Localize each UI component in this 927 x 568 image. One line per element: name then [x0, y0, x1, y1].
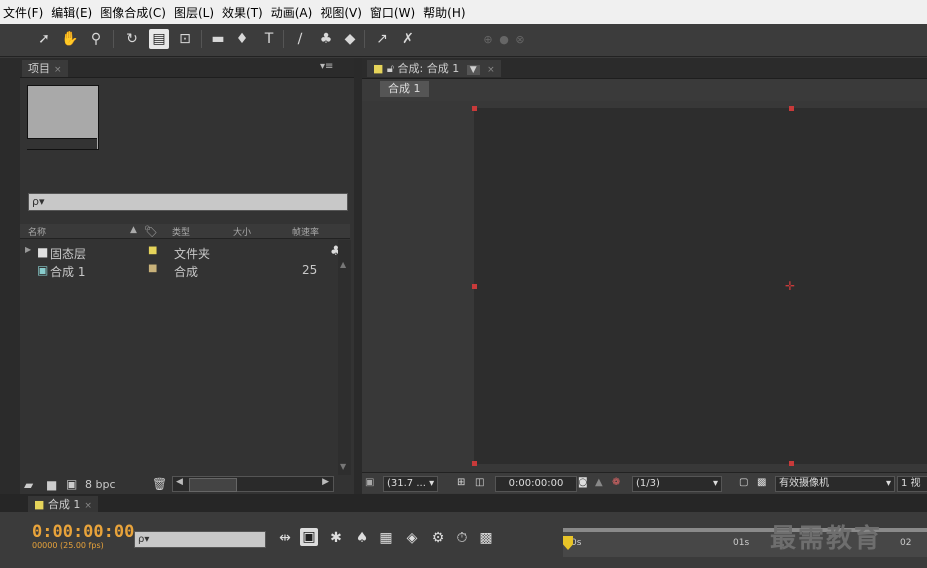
- comp-mini-flowchart-icon[interactable]: ⇹: [275, 528, 295, 548]
- pen-tool-icon[interactable]: ♦: [232, 29, 252, 49]
- label-color-icon[interactable]: ■: [148, 245, 157, 256]
- menu-edit[interactable]: 编辑(E): [47, 4, 96, 21]
- sort-icon[interactable]: ▲: [130, 225, 137, 235]
- menu-bar: 文件(F) 编辑(E) 图像合成(C) 图层(L) 效果(T) 动画(A) 视图…: [0, 0, 927, 24]
- column-type[interactable]: 类型: [172, 225, 190, 238]
- timeline-timecode[interactable]: 0:00:00:00: [32, 522, 134, 542]
- close-icon[interactable]: ×: [54, 65, 62, 75]
- new-composition-icon[interactable]: ▣: [66, 477, 77, 491]
- timeline-frame-count: 00000 (25.00 fps): [32, 541, 104, 550]
- panel-menu-icon[interactable]: ▾≡: [320, 61, 333, 72]
- view-layout-dropdown[interactable]: 1 视: [897, 476, 927, 492]
- project-column-headers: 名称 ▲ 🏷 类型 大小 帧速率: [20, 224, 350, 239]
- edge-handle[interactable]: [789, 461, 794, 466]
- time-tick: 01s: [733, 538, 750, 548]
- motion-blur-icon[interactable]: ◈: [402, 528, 422, 548]
- toolbar: ➚ ✋ ⚲ ↻ ▤ ⊡ ▬ ♦ T ∕ ♣ ◆ ↗ ✗ ⊕ ● ⊗: [0, 24, 927, 57]
- current-time-display[interactable]: 0:00:00:00: [495, 476, 577, 492]
- resolution-dropdown[interactable]: (1/3) ▾: [632, 476, 722, 492]
- label-tag-icon[interactable]: 🏷: [144, 225, 158, 238]
- hide-shy-layers-icon[interactable]: ♠: [352, 528, 372, 548]
- menu-window[interactable]: 窗口(W): [366, 4, 419, 21]
- tab-composition[interactable]: ■ 🔓︎ 合成: 合成 1 ▼ ×: [367, 60, 501, 77]
- transparency-grid-icon[interactable]: ▩: [757, 476, 766, 490]
- mask-visibility-icon[interactable]: ◫: [475, 476, 484, 490]
- close-icon[interactable]: ×: [487, 65, 495, 75]
- edge-handle[interactable]: [472, 284, 477, 289]
- text-tool-icon[interactable]: T: [259, 29, 279, 49]
- live-update-icon[interactable]: ▣: [300, 528, 318, 546]
- comp-dropdown-icon[interactable]: ▼: [466, 65, 480, 75]
- bpc-label[interactable]: 8 bpc: [85, 478, 116, 491]
- tab-timeline[interactable]: ■ 合成 1 ×: [28, 496, 98, 513]
- camera-tool-icon[interactable]: ▤: [149, 29, 169, 49]
- folder-icon: ■: [37, 245, 49, 259]
- auto-keyframe-icon[interactable]: ⏱: [452, 528, 472, 548]
- view-axis-icon[interactable]: ⊗: [510, 29, 530, 49]
- safe-margins-icon[interactable]: ⊞: [457, 476, 465, 490]
- composition-breadcrumb[interactable]: 合成 1: [380, 81, 429, 97]
- expand-arrow-icon[interactable]: ▶: [25, 245, 31, 254]
- project-search-input[interactable]: ρ▾: [28, 193, 348, 211]
- corner-handle[interactable]: [472, 106, 477, 111]
- clone-stamp-tool-icon[interactable]: ♣: [316, 29, 336, 49]
- menu-animation[interactable]: 动画(A): [267, 4, 317, 21]
- anchor-point-icon[interactable]: ✛: [785, 279, 795, 293]
- timeline-search-input[interactable]: ρ▾: [134, 531, 266, 548]
- graph-editor-icon[interactable]: ▩: [476, 528, 496, 548]
- hand-tool-icon[interactable]: ✋: [60, 29, 80, 49]
- menu-file[interactable]: 文件(F): [0, 4, 47, 21]
- menu-help[interactable]: 帮助(H): [419, 4, 469, 21]
- list-item[interactable]: ▶ ■ 固态层 ■ 文件夹 ♣: [20, 244, 342, 261]
- puppet-tool-icon[interactable]: ✗: [398, 29, 418, 49]
- snapshot-icon[interactable]: ◙: [578, 476, 588, 490]
- zoom-tool-icon[interactable]: ⚲: [86, 29, 106, 49]
- channel-icon[interactable]: ❁: [612, 476, 620, 490]
- label-color-icon[interactable]: ■: [148, 263, 157, 274]
- new-folder-icon[interactable]: ■: [46, 478, 57, 492]
- corner-handle[interactable]: [472, 461, 477, 466]
- menu-view[interactable]: 视图(V): [316, 4, 366, 21]
- zoom-dropdown[interactable]: (31.7 ... ▾: [383, 476, 439, 492]
- menu-composition[interactable]: 图像合成(C): [96, 4, 170, 21]
- selection-tool-icon[interactable]: ➚: [34, 29, 54, 49]
- rotate-tool-icon[interactable]: ↻: [122, 29, 142, 49]
- time-tick: 02: [900, 538, 912, 548]
- lock-icon[interactable]: 🔓︎: [387, 62, 394, 75]
- timeline-tabbar: [0, 494, 927, 512]
- watermark: 最需教育: [770, 524, 883, 554]
- edge-handle[interactable]: [789, 106, 794, 111]
- region-of-interest-icon[interactable]: ▢: [739, 476, 748, 490]
- close-icon[interactable]: ×: [84, 501, 92, 511]
- column-size[interactable]: 大小: [233, 225, 251, 238]
- composition-icon: ▣: [37, 263, 49, 277]
- camera-dropdown[interactable]: 有效摄像机 ▾: [775, 476, 895, 492]
- interpret-footage-icon[interactable]: ▰: [24, 478, 33, 492]
- menu-layer[interactable]: 图层(L): [170, 4, 218, 21]
- pan-behind-tool-icon[interactable]: ⊡: [175, 29, 195, 49]
- trash-icon[interactable]: 🗑: [152, 477, 167, 491]
- composition-canvas[interactable]: [474, 108, 927, 464]
- composition-swatch-icon: ■: [34, 498, 45, 511]
- roto-brush-tool-icon[interactable]: ↗: [372, 29, 392, 49]
- always-preview-icon[interactable]: ▣: [365, 476, 374, 490]
- column-fps[interactable]: 帧速率: [292, 225, 319, 238]
- project-hscrollbar[interactable]: ◀ ▶: [172, 476, 334, 492]
- rectangle-tool-icon[interactable]: ▬: [208, 29, 228, 49]
- show-snapshot-icon[interactable]: ▲: [595, 476, 603, 490]
- menu-effect[interactable]: 效果(T): [218, 4, 267, 21]
- tab-project[interactable]: 项目 ×: [22, 60, 68, 77]
- brush-tool-icon[interactable]: ∕: [290, 29, 310, 49]
- eraser-tool-icon[interactable]: ◆: [340, 29, 360, 49]
- list-item[interactable]: ▣ 合成 1 ■ 合成 25: [20, 262, 342, 279]
- composition-swatch-icon: ■: [373, 62, 384, 75]
- column-name[interactable]: 名称: [28, 225, 46, 238]
- frame-blending-icon[interactable]: ▦: [376, 528, 396, 548]
- brainstorm-icon[interactable]: ⚙: [428, 528, 448, 548]
- project-scrollbar[interactable]: ▲ ▼: [338, 240, 351, 475]
- composition-toolbar: ▣ (31.7 ... ▾ ⊞ ◫ 0:00:00:00 ◙ ▲ ❁ (1/3)…: [362, 472, 927, 493]
- draft-3d-icon[interactable]: ✱: [326, 528, 346, 548]
